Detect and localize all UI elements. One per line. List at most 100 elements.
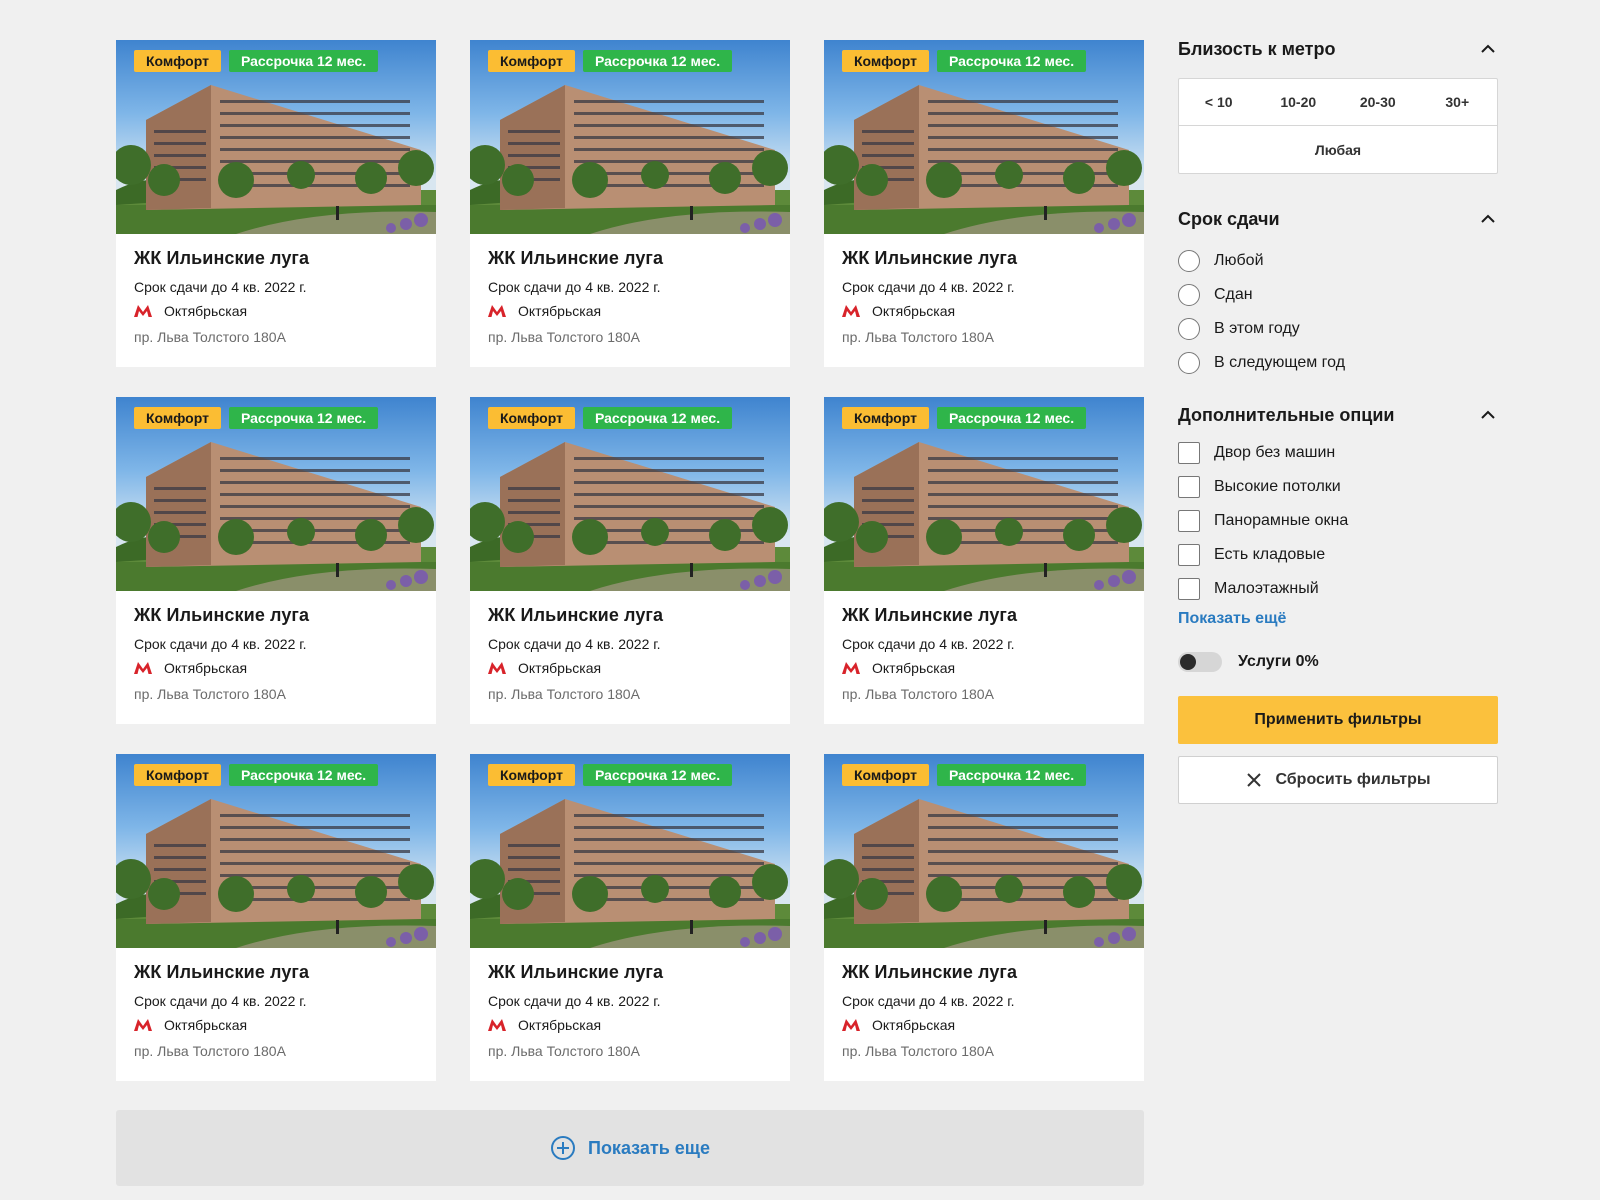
delivery-term: Срок сдачи до 4 кв. 2022 г. — [488, 636, 661, 652]
badges: Комфорт Рассрочка 12 мес. — [842, 407, 1087, 429]
installment-badge: Рассрочка 12 мес. — [936, 764, 1087, 786]
listing-photo[interactable]: Комфорт Рассрочка 12 мес. — [824, 40, 1144, 234]
badges: Комфорт Рассрочка 12 мес. — [134, 764, 379, 786]
listing-photo[interactable]: Комфорт Рассрочка 12 мес. — [470, 397, 790, 591]
listing-title[interactable]: ЖК Ильинские луга — [488, 962, 772, 983]
listing-card[interactable]: Комфорт Рассрочка 12 мес. ЖК Ильинские л… — [824, 40, 1144, 367]
listing-card[interactable]: Комфорт Рассрочка 12 мес. ЖК Ильинские л… — [470, 397, 790, 724]
class-badge: Комфорт — [134, 764, 221, 786]
listing-card[interactable]: Комфорт Рассрочка 12 мес. ЖК Ильинские л… — [824, 397, 1144, 724]
extra-options-header[interactable]: Дополнительные опции — [1178, 402, 1498, 428]
chevron-up-icon[interactable] — [1478, 209, 1498, 229]
class-badge: Комфорт — [842, 50, 929, 72]
listing-card[interactable]: Комфорт Рассрочка 12 мес. ЖК Ильинские л… — [470, 40, 790, 367]
metro-m-icon — [488, 305, 506, 317]
metro-option[interactable]: 20-30 — [1338, 79, 1418, 125]
badges: Комфорт Рассрочка 12 мес. — [134, 407, 379, 429]
filters-sidebar: Близость к метро < 10 10-20 20-30 30+ Лю… — [1178, 36, 1498, 804]
extra-checkbox[interactable]: Двор без машин — [1178, 436, 1498, 470]
listing-info: ЖК Ильинские луга Срок сдачи до 4 кв. 20… — [824, 948, 1144, 1059]
listing-card[interactable]: Комфорт Рассрочка 12 мес. ЖК Ильинские л… — [470, 754, 790, 1081]
metro-option[interactable]: 30+ — [1418, 79, 1498, 125]
radio-circle[interactable] — [1178, 352, 1200, 374]
metro-proximity-header[interactable]: Близость к метро — [1178, 36, 1498, 62]
listing-title[interactable]: ЖК Ильинские луга — [842, 605, 1126, 626]
show-more-options-link[interactable]: Показать ещё — [1178, 610, 1498, 628]
apply-filters-button[interactable]: Применить фильтры — [1178, 696, 1498, 744]
listing-address: пр. Льва Толстого 180А — [842, 686, 994, 702]
listing-card[interactable]: Комфорт Рассрочка 12 мес. ЖК Ильинские л… — [116, 397, 436, 724]
services-toggle-row[interactable]: Услуги 0% — [1178, 652, 1498, 672]
checkbox-box[interactable] — [1178, 510, 1200, 532]
listing-title[interactable]: ЖК Ильинские луга — [134, 248, 418, 269]
radio-circle[interactable] — [1178, 318, 1200, 340]
badges: Комфорт Рассрочка 12 мес. — [488, 764, 733, 786]
deadline-radio[interactable]: Сдан — [1178, 278, 1498, 312]
deadline-radio[interactable]: В этом году — [1178, 312, 1498, 346]
listing-card[interactable]: Комфорт Рассрочка 12 мес. ЖК Ильинские л… — [116, 754, 436, 1081]
plus-circle-icon — [551, 1136, 575, 1160]
class-badge: Комфорт — [488, 764, 575, 786]
metro-station: Октябрьская — [488, 660, 772, 676]
chevron-up-icon[interactable] — [1478, 39, 1498, 59]
services-toggle[interactable] — [1178, 652, 1222, 672]
listing-photo[interactable]: Комфорт Рассрочка 12 мес. — [470, 40, 790, 234]
listing-info: ЖК Ильинские луга Срок сдачи до 4 кв. 20… — [116, 591, 436, 702]
metro-option-any[interactable]: Любая — [1179, 126, 1497, 173]
extra-checkbox[interactable]: Панорамные окна — [1178, 504, 1498, 538]
extra-checkbox[interactable]: Есть кладовые — [1178, 538, 1498, 572]
listing-photo[interactable]: Комфорт Рассрочка 12 мес. — [824, 754, 1144, 948]
listing-address: пр. Льва Толстого 180А — [134, 329, 286, 345]
show-more-button[interactable]: Показать еще — [116, 1110, 1144, 1186]
radio-circle[interactable] — [1178, 250, 1200, 272]
listing-photo[interactable]: Комфорт Рассрочка 12 мес. — [116, 397, 436, 591]
metro-station: Октябрьская — [842, 303, 1126, 319]
services-toggle-label: Услуги 0% — [1238, 653, 1319, 670]
radio-circle[interactable] — [1178, 284, 1200, 306]
deadline-radio[interactable]: Любой — [1178, 244, 1498, 278]
listing-info: ЖК Ильинские луга Срок сдачи до 4 кв. 20… — [824, 591, 1144, 702]
delivery-term: Срок сдачи до 4 кв. 2022 г. — [488, 993, 661, 1009]
listing-title[interactable]: ЖК Ильинские луга — [488, 605, 772, 626]
listing-title[interactable]: ЖК Ильинские луга — [134, 962, 418, 983]
listing-info: ЖК Ильинские луга Срок сдачи до 4 кв. 20… — [116, 234, 436, 345]
badges: Комфорт Рассрочка 12 мес. — [488, 50, 733, 72]
checkbox-box[interactable] — [1178, 442, 1200, 464]
listing-photo[interactable]: Комфорт Рассрочка 12 мес. — [116, 754, 436, 948]
listing-title[interactable]: ЖК Ильинские луга — [842, 962, 1126, 983]
listing-card[interactable]: Комфорт Рассрочка 12 мес. ЖК Ильинские л… — [824, 754, 1144, 1081]
deadline-radio[interactable]: В следующем год — [1178, 346, 1498, 380]
listing-card[interactable]: Комфорт Рассрочка 12 мес. ЖК Ильинские л… — [116, 40, 436, 367]
checkbox-label: Двор без машин — [1214, 444, 1336, 461]
listing-title[interactable]: ЖК Ильинские луга — [134, 605, 418, 626]
class-badge: Комфорт — [134, 407, 221, 429]
listing-photo[interactable]: Комфорт Рассрочка 12 мес. — [470, 754, 790, 948]
checkbox-label: Малоэтажный — [1214, 580, 1319, 597]
delivery-term: Срок сдачи до 4 кв. 2022 г. — [842, 279, 1015, 295]
listing-title[interactable]: ЖК Ильинские луга — [488, 248, 772, 269]
chevron-up-icon[interactable] — [1478, 405, 1498, 425]
deadline-header[interactable]: Срок сдачи — [1178, 206, 1498, 232]
checkbox-box[interactable] — [1178, 544, 1200, 566]
metro-station: Октябрьская — [134, 1017, 418, 1033]
reset-filters-button[interactable]: Сбросить фильтры — [1178, 756, 1498, 804]
metro-option[interactable]: 10-20 — [1259, 79, 1339, 125]
extra-checkbox[interactable]: Высокие потолки — [1178, 470, 1498, 504]
metro-option[interactable]: < 10 — [1179, 79, 1259, 125]
checkbox-label: Есть кладовые — [1214, 546, 1326, 563]
checkbox-box[interactable] — [1178, 578, 1200, 600]
show-more-label: Показать еще — [588, 1137, 710, 1158]
listing-title[interactable]: ЖК Ильинские луга — [842, 248, 1126, 269]
metro-name: Октябрьская — [872, 303, 956, 319]
metro-m-icon — [842, 1019, 860, 1031]
listing-photo[interactable]: Комфорт Рассрочка 12 мес. — [824, 397, 1144, 591]
metro-station: Октябрьская — [134, 303, 418, 319]
listing-info: ЖК Ильинские луга Срок сдачи до 4 кв. 20… — [470, 234, 790, 345]
radio-label: В следующем год — [1214, 354, 1346, 371]
listing-photo[interactable]: Комфорт Рассрочка 12 мес. — [116, 40, 436, 234]
checkbox-box[interactable] — [1178, 476, 1200, 498]
badges: Комфорт Рассрочка 12 мес. — [842, 764, 1087, 786]
listing-address: пр. Льва Толстого 180А — [842, 1043, 994, 1059]
delivery-term: Срок сдачи до 4 кв. 2022 г. — [134, 279, 307, 295]
extra-checkbox[interactable]: Малоэтажный — [1178, 572, 1498, 606]
